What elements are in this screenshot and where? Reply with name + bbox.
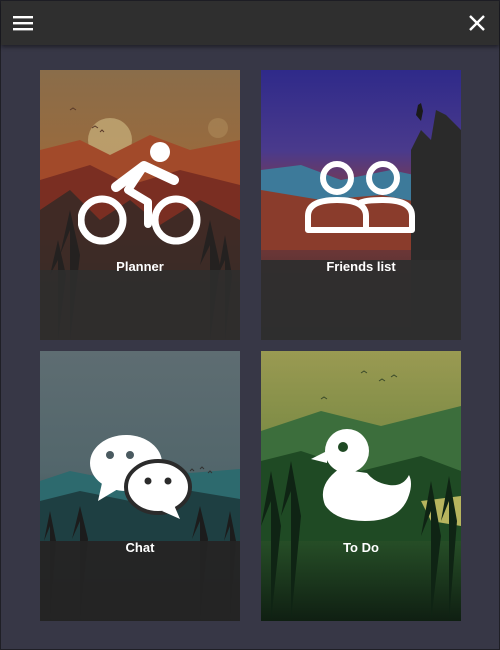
planner-label: Planner [116, 259, 164, 274]
hamburger-menu-icon [13, 16, 33, 31]
close-button[interactable] [462, 8, 492, 38]
close-icon [469, 15, 485, 31]
duck-icon [311, 429, 411, 521]
todo-tile[interactable]: To Do [261, 351, 461, 621]
menu-button[interactable] [8, 8, 38, 38]
bicycle-rider-icon [78, 142, 201, 245]
friends-list-label: Friends list [326, 259, 396, 274]
friends-list-tile[interactable]: Friends list [261, 70, 461, 340]
top-toolbar [1, 1, 499, 45]
chat-bubbles-icon [90, 435, 192, 519]
chat-tile[interactable]: Chat [40, 351, 240, 621]
people-icon [305, 161, 415, 233]
app-window: Planner Friends list Chat To Do [0, 0, 500, 650]
chat-label: Chat [125, 540, 155, 555]
feature-grid: Planner Friends list Chat To Do [40, 70, 461, 621]
todo-label: To Do [343, 540, 379, 555]
planner-tile[interactable]: Planner [40, 70, 240, 340]
